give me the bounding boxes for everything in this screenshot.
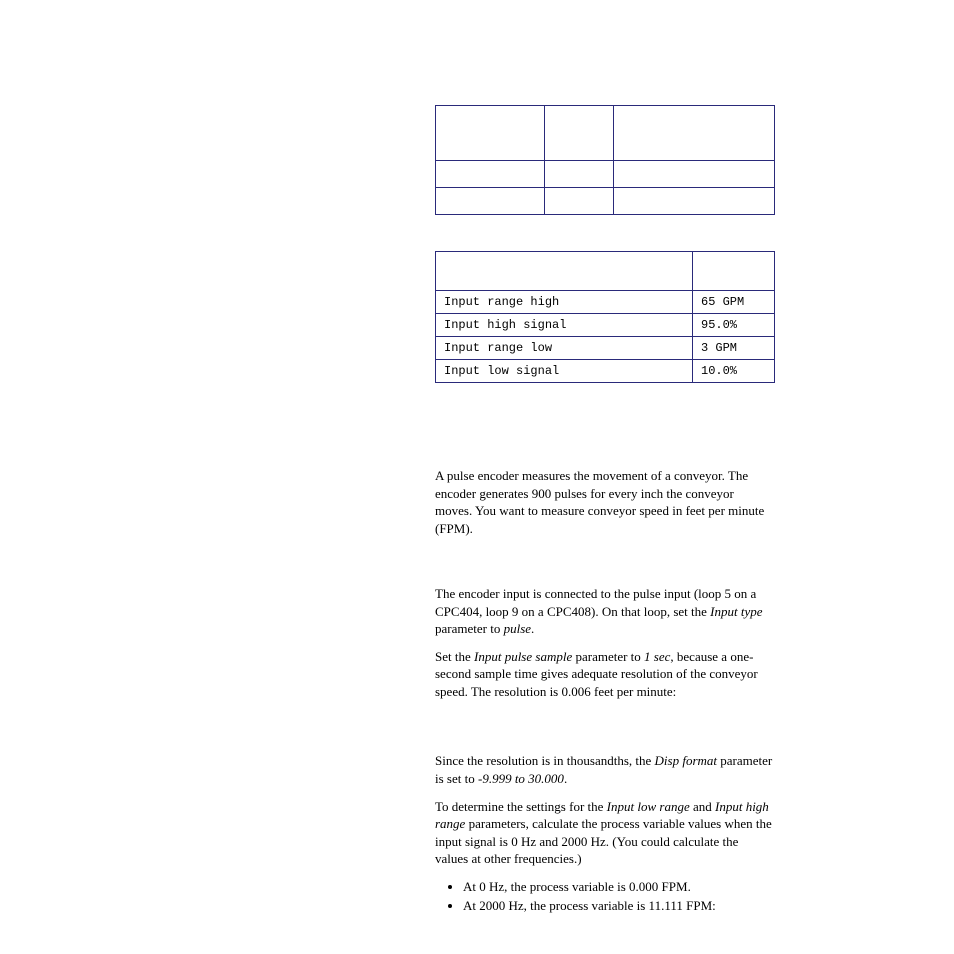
text: Set the (435, 649, 474, 664)
cell (614, 161, 775, 188)
list-item: At 0 Hz, the process variable is 0.000 F… (463, 878, 774, 896)
text: parameters, calculate the process variab… (435, 816, 772, 866)
text: Since the resolution is in thousandths, … (435, 753, 655, 768)
text: To determine the settings for the (435, 799, 607, 814)
param-name: Input range low (436, 337, 693, 360)
paragraph-dispformat: Since the resolution is in thousandths, … (435, 752, 774, 787)
text-em: Input type (710, 604, 762, 619)
cell (436, 188, 545, 215)
text-em: Disp format (655, 753, 717, 768)
param-value: 3 GPM (693, 337, 775, 360)
text: parameter to (435, 621, 504, 636)
cell (545, 188, 614, 215)
cell (614, 106, 775, 161)
text: parameter to (572, 649, 644, 664)
page-content: Input range high 65 GPM Input high signa… (0, 0, 954, 915)
param-value: 65 GPM (693, 291, 775, 314)
param-name: Input high signal (436, 314, 693, 337)
table-empty (435, 105, 775, 215)
header-cell (436, 252, 693, 291)
text: . (564, 771, 567, 786)
paragraph-encoder: The encoder input is connected to the pu… (435, 585, 774, 638)
text-em: -9.999 to 30.000 (478, 771, 564, 786)
text-em: Input low range (607, 799, 690, 814)
bullet-list: At 0 Hz, the process variable is 0.000 F… (435, 878, 774, 915)
cell (545, 106, 614, 161)
text: and (690, 799, 715, 814)
cell (614, 188, 775, 215)
cell (436, 106, 545, 161)
cell (436, 161, 545, 188)
text-em: Input pulse sample (474, 649, 572, 664)
param-value: 10.0% (693, 360, 775, 383)
text: The encoder input is connected to the pu… (435, 586, 756, 619)
param-value: 95.0% (693, 314, 775, 337)
paragraph-sample: Set the Input pulse sample parameter to … (435, 648, 774, 701)
paragraph-intro: A pulse encoder measures the movement of… (435, 467, 774, 537)
paragraph-range: To determine the settings for the Input … (435, 798, 774, 868)
text-em: 1 sec (644, 649, 670, 664)
param-name: Input low signal (436, 360, 693, 383)
cell (545, 161, 614, 188)
header-cell (693, 252, 775, 291)
param-name: Input range high (436, 291, 693, 314)
text: . (531, 621, 534, 636)
text-em: pulse (504, 621, 531, 636)
table-parameters: Input range high 65 GPM Input high signa… (435, 251, 775, 383)
list-item: At 2000 Hz, the process variable is 11.1… (463, 897, 774, 915)
